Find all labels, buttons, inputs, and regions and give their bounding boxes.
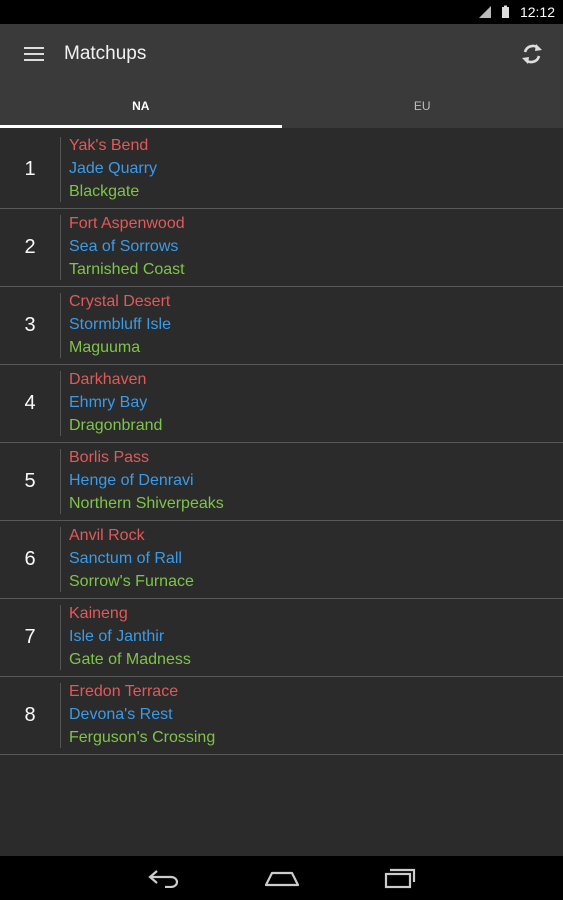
blue-server: Devona's Rest bbox=[69, 706, 173, 723]
row-divider bbox=[60, 137, 61, 202]
refresh-icon[interactable] bbox=[519, 41, 545, 67]
action-bar: Matchups bbox=[0, 24, 563, 84]
matchup-servers: Anvil Rock Sanctum of Rall Sorrow's Furn… bbox=[69, 524, 194, 593]
green-server: Maguuma bbox=[69, 339, 141, 356]
matchup-rank: 3 bbox=[24, 314, 36, 336]
blue-server: Henge of Denravi bbox=[69, 472, 194, 489]
matchup-row[interactable]: 8 Eredon Terrace Devona's Rest Ferguson'… bbox=[0, 677, 563, 755]
red-server: Borlis Pass bbox=[69, 449, 150, 466]
matchup-rank: 5 bbox=[24, 470, 36, 492]
row-divider bbox=[60, 293, 61, 358]
green-server: Blackgate bbox=[69, 183, 140, 200]
matchup-row[interactable]: 6 Anvil Rock Sanctum of Rall Sorrow's Fu… bbox=[0, 521, 563, 599]
row-divider bbox=[60, 527, 61, 592]
blue-server: Ehmry Bay bbox=[69, 394, 148, 411]
battery-icon bbox=[501, 5, 509, 18]
matchup-rank: 4 bbox=[24, 392, 36, 414]
matchup-row[interactable]: 3 Crystal Desert Stormbluff Isle Maguuma bbox=[0, 287, 563, 365]
matchup-rank: 8 bbox=[24, 704, 36, 726]
blue-server: Stormbluff Isle bbox=[69, 316, 171, 333]
recents-icon[interactable] bbox=[380, 866, 420, 890]
red-server: Kaineng bbox=[69, 605, 128, 622]
tab-na[interactable]: NA bbox=[0, 84, 282, 128]
signal-icon bbox=[478, 6, 491, 18]
matchup-servers: Borlis Pass Henge of Denravi Northern Sh… bbox=[69, 446, 224, 515]
red-server: Fort Aspenwood bbox=[69, 215, 185, 232]
blue-server: Sanctum of Rall bbox=[69, 550, 182, 567]
menu-icon[interactable] bbox=[24, 46, 46, 62]
row-divider bbox=[60, 215, 61, 280]
status-bar: 12:12 bbox=[0, 0, 563, 24]
home-icon[interactable] bbox=[262, 866, 302, 890]
matchup-row[interactable]: 7 Kaineng Isle of Janthir Gate of Madnes… bbox=[0, 599, 563, 677]
matchup-row[interactable]: 2 Fort Aspenwood Sea of Sorrows Tarnishe… bbox=[0, 209, 563, 287]
green-server: Dragonbrand bbox=[69, 417, 163, 434]
red-server: Anvil Rock bbox=[69, 527, 145, 544]
matchup-rank: 1 bbox=[24, 158, 36, 180]
matchup-row[interactable]: 5 Borlis Pass Henge of Denravi Northern … bbox=[0, 443, 563, 521]
row-divider bbox=[60, 371, 61, 436]
navigation-bar bbox=[0, 856, 563, 900]
blue-server: Jade Quarry bbox=[69, 160, 158, 177]
matchup-row[interactable]: 1 Yak's Bend Jade Quarry Blackgate bbox=[0, 131, 563, 209]
row-divider bbox=[60, 449, 61, 514]
red-server: Darkhaven bbox=[69, 371, 147, 388]
matchup-rank: 2 bbox=[24, 236, 36, 258]
green-server: Tarnished Coast bbox=[69, 261, 185, 278]
blue-server: Isle of Janthir bbox=[69, 628, 165, 645]
red-server: Eredon Terrace bbox=[69, 683, 179, 700]
matchup-servers: Fort Aspenwood Sea of Sorrows Tarnished … bbox=[69, 212, 185, 281]
green-server: Sorrow's Furnace bbox=[69, 573, 194, 590]
green-server: Northern Shiverpeaks bbox=[69, 495, 224, 512]
matchup-list: 1 Yak's Bend Jade Quarry Blackgate 2 For… bbox=[0, 131, 563, 755]
blue-server: Sea of Sorrows bbox=[69, 238, 179, 255]
matchup-rank: 6 bbox=[24, 548, 36, 570]
green-server: Ferguson's Crossing bbox=[69, 729, 216, 746]
matchup-servers: Eredon Terrace Devona's Rest Ferguson's … bbox=[69, 680, 215, 749]
status-time: 12:12 bbox=[519, 4, 555, 20]
red-server: Yak's Bend bbox=[69, 137, 149, 154]
matchup-servers: Yak's Bend Jade Quarry Blackgate bbox=[69, 134, 157, 203]
tab-bar: NA EU bbox=[0, 84, 563, 128]
matchup-servers: Kaineng Isle of Janthir Gate of Madness bbox=[69, 602, 191, 671]
page-title: Matchups bbox=[64, 43, 147, 64]
row-divider bbox=[60, 605, 61, 670]
matchup-servers: Crystal Desert Stormbluff Isle Maguuma bbox=[69, 290, 171, 359]
back-icon[interactable] bbox=[144, 866, 184, 890]
red-server: Crystal Desert bbox=[69, 293, 171, 310]
matchup-row[interactable]: 4 Darkhaven Ehmry Bay Dragonbrand bbox=[0, 365, 563, 443]
matchup-rank: 7 bbox=[24, 626, 36, 648]
matchup-servers: Darkhaven Ehmry Bay Dragonbrand bbox=[69, 368, 162, 437]
green-server: Gate of Madness bbox=[69, 651, 191, 668]
tab-eu[interactable]: EU bbox=[282, 84, 563, 128]
row-divider bbox=[60, 683, 61, 748]
